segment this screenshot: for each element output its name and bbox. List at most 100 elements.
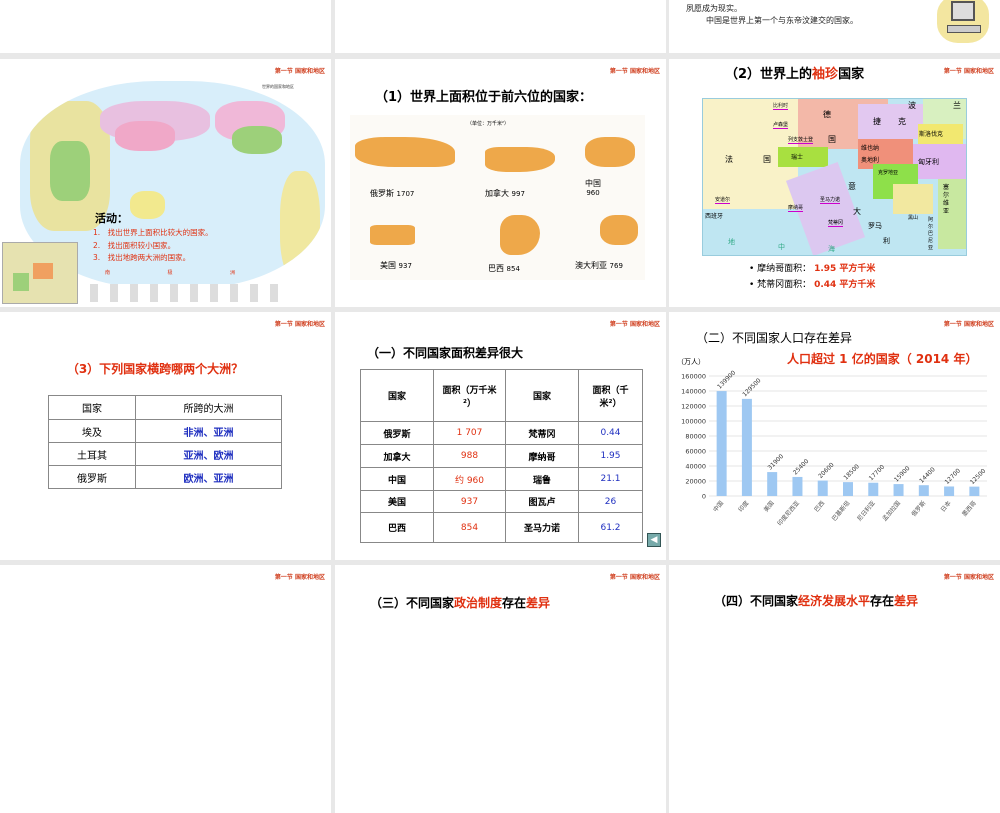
bullet-list: • 摩纳哥面积： 1.95 平方千米 • 梵蒂冈面积： 0.44 平方千米 xyxy=(749,261,875,293)
china-shape xyxy=(585,137,635,167)
activity-item: 2. 找出面积较小国家。 xyxy=(93,240,176,250)
back-triangle-icon[interactable]: ◀ xyxy=(647,533,661,547)
computer-clipart-icon xyxy=(937,0,989,43)
slide-thumbnail-6[interactable]: 第一节 国家和地区 （2）世界上的袖珍国家 法 国 德 国 波 兰 捷 克 斯洛… xyxy=(669,59,1000,307)
x-tick-label: 巴西 xyxy=(813,500,826,514)
slide-thumbnail-4[interactable]: 第一节 国家和地区 世界的国家和地区 活动： 1. 找出世界上面积比较大的国家。… xyxy=(0,59,331,307)
section-header: 第一节 国家和地区 xyxy=(274,574,325,581)
map-label: 罗马 xyxy=(868,222,882,230)
x-tick-label: 尼日利亚 xyxy=(855,499,877,523)
australia-shape xyxy=(600,215,638,245)
bar xyxy=(741,398,752,496)
x-tick-label: 美国 xyxy=(762,499,776,513)
map-label: 梵蒂冈 xyxy=(828,220,844,227)
x-tick-label: 孟加拉国 xyxy=(881,499,903,523)
russia-shape xyxy=(355,137,455,167)
continent-table: 国家 所跨的大洲 埃及 非洲、亚洲 土耳其 亚洲、欧洲 俄罗斯 欧洲、亚洲 xyxy=(48,395,282,489)
data-label: 20600 xyxy=(817,461,836,480)
activity-item: 1. 找出世界上面积比较大的国家。 xyxy=(93,228,213,237)
section-header: 第一节 国家和地区 xyxy=(609,321,660,328)
chart-title: 人口超过 1 亿的国家（ 2014 年） xyxy=(787,352,978,366)
population-bar-chart: 0 20000 40000 60000 80000 100000 120000 140000 1… xyxy=(681,369,988,527)
y-tick-label: 120000 xyxy=(681,403,706,411)
map-label: 法 xyxy=(725,155,733,164)
data-label: 31900 xyxy=(767,453,786,472)
map-label: 黑山 xyxy=(908,215,919,221)
map-label: 德 xyxy=(823,110,831,119)
map-label: 维也纳 xyxy=(861,145,880,152)
x-tick-label: 巴基斯坦 xyxy=(830,499,852,523)
slide-title: （三）不同国家政治制度存在差异 xyxy=(370,596,551,610)
data-label: 12500 xyxy=(969,467,988,486)
activity-list: 1. 找出世界上面积比较大的国家。 2. 找出面积较小国家。 3. 找出地跨两大… xyxy=(93,227,213,265)
data-label: 139900 xyxy=(716,369,737,390)
section-header: 第一节 国家和地区 xyxy=(943,68,994,75)
data-label: 12700 xyxy=(944,467,963,486)
data-label: 14400 xyxy=(918,466,937,485)
map-label: 西班牙 xyxy=(705,213,724,220)
x-tick-label: 印度 xyxy=(737,499,751,513)
map-title: 世界的国家和地区 xyxy=(262,84,294,89)
map-label: 海 xyxy=(828,245,835,253)
map-label: 地 xyxy=(728,238,735,246)
map-label: 斯洛伐克 xyxy=(919,131,944,138)
map-label: 瑞士 xyxy=(791,154,804,161)
section-header: 第一节 国家和地区 xyxy=(943,574,994,581)
section-header: 第一节 国家和地区 xyxy=(609,68,660,75)
slide-thumbnail-2[interactable] xyxy=(335,0,666,53)
map-label: 中 xyxy=(778,243,785,251)
section-header: 第一节 国家和地区 xyxy=(274,321,325,328)
map-label: 克罗地亚 xyxy=(878,170,899,176)
map-label: 极 xyxy=(167,270,173,276)
y-tick-label: 0 xyxy=(702,493,706,501)
area-table: 国家 面积（万千米²） 国家 面积（千米²） 俄罗斯 1 707 梵蒂冈 0.44 加拿大 9… xyxy=(360,369,643,543)
country-label: 俄罗斯 1707 xyxy=(370,189,415,198)
brazil-shape xyxy=(500,215,540,255)
y-tick-label: 80000 xyxy=(685,433,706,441)
map-label: 南 xyxy=(105,270,111,276)
slide-thumbnail-8[interactable]: 第一节 国家和地区 （一）不同国家面积差异很大 国家 面积（万千米²） 国家 面积（千… xyxy=(335,312,666,560)
bar xyxy=(716,391,727,496)
map-label: 国 xyxy=(828,135,836,144)
bar xyxy=(893,484,904,496)
y-tick-label: 100000 xyxy=(681,418,706,426)
slide-title: （2）世界上的袖珍国家 xyxy=(725,67,865,82)
x-tick-label: 日本 xyxy=(939,499,953,513)
slide-thumbnail-12[interactable]: 第一节 国家和地区 （四）不同国家经济发展水平存在差异 xyxy=(669,565,1000,813)
map-label: 比利时 xyxy=(773,103,789,110)
y-tick-label: 40000 xyxy=(685,463,706,471)
x-tick-label: 中国 xyxy=(711,499,725,513)
y-axis-unit: （万人） xyxy=(677,358,705,366)
slide-text-line: 夙愿成为现实。 xyxy=(686,4,742,13)
map-label: 奥地利 xyxy=(861,157,880,164)
slide-thumbnail-9[interactable]: 第一节 国家和地区 （二）不同国家人口存在差异 0 20000 40000 60000… xyxy=(669,312,1000,560)
map-label: 兰 xyxy=(953,101,961,110)
activity-item: 3. 找出地跨两大洲的国家。 xyxy=(93,253,191,262)
canada-shape xyxy=(485,147,555,172)
bar xyxy=(767,472,778,496)
slide-title: （一）不同国家面积差异很大 xyxy=(367,346,524,360)
slide-thumbnail-11[interactable]: 第一节 国家和地区 （三）不同国家政治制度存在差异 xyxy=(335,565,666,813)
y-tick-label: 20000 xyxy=(685,478,706,486)
y-tick-label: 60000 xyxy=(685,448,706,456)
map-label: 阿尔巴尼亚 xyxy=(928,217,934,251)
bar xyxy=(969,486,980,496)
map-label: 列支敦士登 xyxy=(788,137,814,144)
data-label: 17700 xyxy=(868,464,887,483)
slide-thumbnail-7[interactable]: 第一节 国家和地区 （3）下列国家横跨哪两个大洲？ 国家 所跨的大洲 埃及 非洲、亚… xyxy=(0,312,331,560)
slide-thumbnail-10[interactable]: 第一节 国家和地区 xyxy=(0,565,331,813)
europe-map: 法 国 德 国 波 兰 捷 克 斯洛伐克 维也纳 奥地利 匈牙利 瑞士 比利时 … xyxy=(702,98,967,256)
bar xyxy=(868,482,879,496)
y-tick-label: 140000 xyxy=(681,388,706,396)
map-legend xyxy=(90,284,290,302)
x-tick-label: 俄罗斯 xyxy=(910,499,928,518)
bar xyxy=(944,486,955,496)
country-label: 美国 937 xyxy=(380,261,412,270)
slide-thumbnail-5[interactable]: 第一节 国家和地区 （1）世界上面积位于前六位的国家： （单位：万千米²） 俄罗… xyxy=(335,59,666,307)
section-header: 第一节 国家和地区 xyxy=(609,574,660,581)
slide-thumbnail-1[interactable] xyxy=(0,0,331,53)
country-shapes-figure: （单位：万千米²） 俄罗斯 1707 加拿大 997 中国 960 美国 937 … xyxy=(350,115,645,280)
slide-thumbnail-3[interactable]: 夙愿成为现实。 中国是世界上第一个与东帝汶建交的国家。 xyxy=(669,0,1000,53)
bar xyxy=(792,476,803,496)
slide-title: （1）世界上面积位于前六位的国家： xyxy=(375,90,593,105)
